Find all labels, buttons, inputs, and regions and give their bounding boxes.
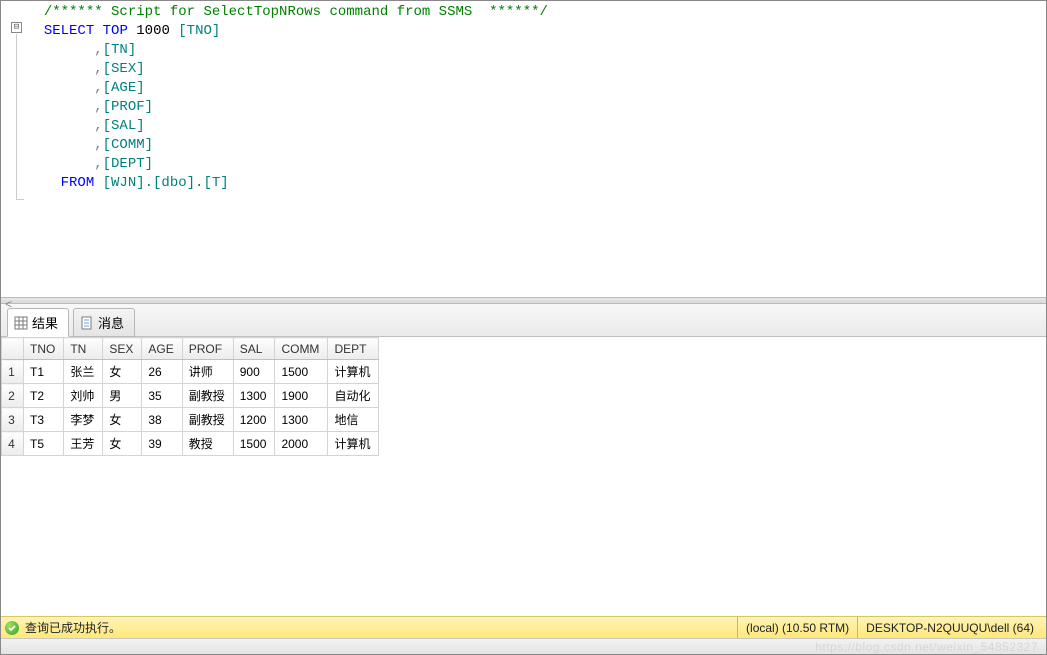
tab-results[interactable]: 结果 xyxy=(7,308,69,337)
code-line[interactable]: ,[PROF] xyxy=(1,98,1046,117)
tab-results-label: 结果 xyxy=(32,313,58,332)
col-header-sex[interactable]: SEX xyxy=(103,338,142,360)
cell[interactable]: 讲师 xyxy=(182,360,233,384)
cell[interactable]: 计算机 xyxy=(328,360,379,384)
col-3: [AGE] xyxy=(103,80,145,96)
row-number[interactable]: 4 xyxy=(2,432,24,456)
kw-from: FROM xyxy=(61,175,95,191)
cell[interactable]: 900 xyxy=(233,360,275,384)
cell[interactable]: 39 xyxy=(142,432,182,456)
cell[interactable]: 李梦 xyxy=(64,408,103,432)
code-line[interactable]: FROM [WJN].[dbo].[T] xyxy=(1,174,1046,193)
col-header-tn[interactable]: TN xyxy=(64,338,103,360)
success-icon xyxy=(5,621,19,635)
row-number[interactable]: 2 xyxy=(2,384,24,408)
cell[interactable]: 1500 xyxy=(233,432,275,456)
status-message: 查询已成功执行。 xyxy=(25,619,121,636)
cell[interactable]: 2000 xyxy=(275,432,328,456)
cell[interactable]: 26 xyxy=(142,360,182,384)
cell[interactable]: 王芳 xyxy=(64,432,103,456)
page-icon xyxy=(80,316,94,330)
tab-messages-label: 消息 xyxy=(98,313,124,332)
col-6: [COMM] xyxy=(103,137,153,153)
cell[interactable]: 1300 xyxy=(233,384,275,408)
cell[interactable]: 38 xyxy=(142,408,182,432)
col-header-comm[interactable]: COMM xyxy=(275,338,328,360)
pane-splitter[interactable] xyxy=(1,297,1046,304)
header-row: TNO TN SEX AGE PROF SAL COMM DEPT xyxy=(2,338,379,360)
code-line[interactable]: /****** Script for SelectTopNRows comman… xyxy=(1,3,1046,22)
cell[interactable]: 自动化 xyxy=(328,384,379,408)
row-number[interactable]: 3 xyxy=(2,408,24,432)
col-4: [PROF] xyxy=(103,99,153,115)
col-header-tno[interactable]: TNO xyxy=(24,338,64,360)
watermark: https://blog.csdn.net/weixin_54852327 xyxy=(815,640,1038,654)
code-line[interactable]: ,[TN] xyxy=(1,41,1046,60)
grid-icon xyxy=(14,316,28,330)
cell[interactable]: 1200 xyxy=(233,408,275,432)
table-row[interactable]: 3 T3 李梦 女 38 副教授 1200 1300 地信 xyxy=(2,408,379,432)
horizontal-scroll-left-icon[interactable]: < xyxy=(5,298,12,310)
corner-cell[interactable] xyxy=(2,338,24,360)
cell[interactable]: 1500 xyxy=(275,360,328,384)
status-server: (local) (10.50 RTM) xyxy=(737,617,857,638)
cell[interactable]: 女 xyxy=(103,360,142,384)
tab-messages[interactable]: 消息 xyxy=(73,308,135,337)
code-line[interactable]: ,[SEX] xyxy=(1,60,1046,79)
code-line[interactable]: ,[DEPT] xyxy=(1,155,1046,174)
results-grid[interactable]: TNO TN SEX AGE PROF SAL COMM DEPT 1 T1 张… xyxy=(1,337,379,456)
topn: 1000 xyxy=(136,23,170,39)
col-2: [SEX] xyxy=(103,61,145,77)
code-line[interactable]: ,[SAL] xyxy=(1,117,1046,136)
results-pane[interactable]: TNO TN SEX AGE PROF SAL COMM DEPT 1 T1 张… xyxy=(1,337,1046,593)
from-ident: [WJN].[dbo].[T] xyxy=(103,175,229,191)
fold-guide-end xyxy=(16,199,24,200)
status-login: DESKTOP-N2QUUQU\dell (64) xyxy=(857,617,1042,638)
col-0: [TNO] xyxy=(178,23,220,39)
code-line[interactable]: SELECT TOP 1000 [TNO] xyxy=(1,22,1046,41)
cell[interactable]: 女 xyxy=(103,432,142,456)
cell[interactable]: T1 xyxy=(24,360,64,384)
table-row[interactable]: 1 T1 张兰 女 26 讲师 900 1500 计算机 xyxy=(2,360,379,384)
row-number[interactable]: 1 xyxy=(2,360,24,384)
kw-top: TOP xyxy=(103,23,128,39)
col-header-sal[interactable]: SAL xyxy=(233,338,275,360)
kw-select: SELECT xyxy=(44,23,94,39)
code-line[interactable]: ,[COMM] xyxy=(1,136,1046,155)
col-header-prof[interactable]: PROF xyxy=(182,338,233,360)
sql-editor-pane[interactable]: ⊟ /****** Script for SelectTopNRows comm… xyxy=(1,1,1046,297)
cell[interactable]: 副教授 xyxy=(182,384,233,408)
col-5: [SAL] xyxy=(103,118,145,134)
fold-guide-line xyxy=(16,34,17,199)
cell[interactable]: 计算机 xyxy=(328,432,379,456)
results-tabs-bar: 结果 消息 xyxy=(1,304,1046,337)
col-7: [DEPT] xyxy=(103,156,153,172)
cell[interactable]: 男 xyxy=(103,384,142,408)
cell[interactable]: 刘帅 xyxy=(64,384,103,408)
col-1: [TN] xyxy=(103,42,137,58)
sql-comment: /****** Script for SelectTopNRows comman… xyxy=(44,4,548,20)
cell[interactable]: 女 xyxy=(103,408,142,432)
code-line[interactable]: ,[AGE] xyxy=(1,79,1046,98)
cell[interactable]: T2 xyxy=(24,384,64,408)
cell[interactable]: 1300 xyxy=(275,408,328,432)
cell[interactable]: T5 xyxy=(24,432,64,456)
cell[interactable]: 35 xyxy=(142,384,182,408)
status-bar: 查询已成功执行。 (local) (10.50 RTM) DESKTOP-N2Q… xyxy=(1,616,1046,638)
col-header-dept[interactable]: DEPT xyxy=(328,338,379,360)
cell[interactable]: T3 xyxy=(24,408,64,432)
cell[interactable]: 张兰 xyxy=(64,360,103,384)
col-header-age[interactable]: AGE xyxy=(142,338,182,360)
table-row[interactable]: 4 T5 王芳 女 39 教授 1500 2000 计算机 xyxy=(2,432,379,456)
cell[interactable]: 教授 xyxy=(182,432,233,456)
cell[interactable]: 副教授 xyxy=(182,408,233,432)
cell[interactable]: 地信 xyxy=(328,408,379,432)
fold-toggle[interactable]: ⊟ xyxy=(11,22,22,33)
table-row[interactable]: 2 T2 刘帅 男 35 副教授 1300 1900 自动化 xyxy=(2,384,379,408)
cell[interactable]: 1900 xyxy=(275,384,328,408)
